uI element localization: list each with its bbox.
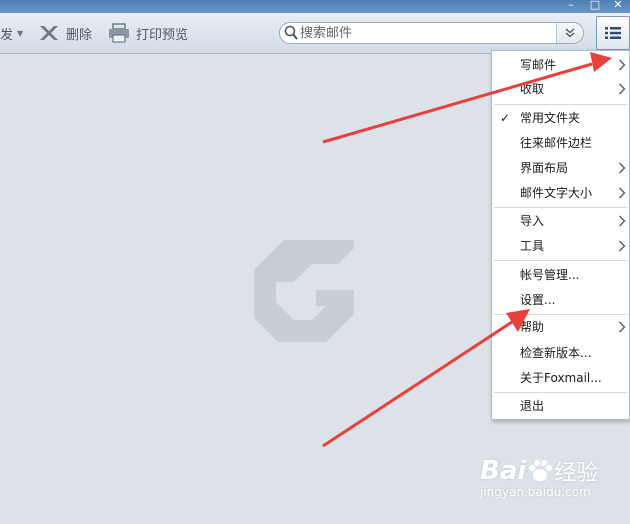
arrow-head-icon	[506, 309, 530, 332]
baidu-jingyan-watermark: Bai 经验 jingyan.baidu.com	[480, 455, 598, 499]
annotation-arrows	[322, 52, 612, 448]
annotation-arrow-to-settings	[322, 320, 513, 448]
annotation-arrow-to-menu-button	[322, 62, 593, 144]
paw-icon	[529, 460, 553, 481]
watermark-domain: jingyan.baidu.com	[480, 485, 591, 499]
watermark-brand: Bai	[480, 456, 527, 486]
watermark-brand-suffix: 经验	[554, 461, 599, 486]
arrow-head-icon	[590, 52, 612, 72]
